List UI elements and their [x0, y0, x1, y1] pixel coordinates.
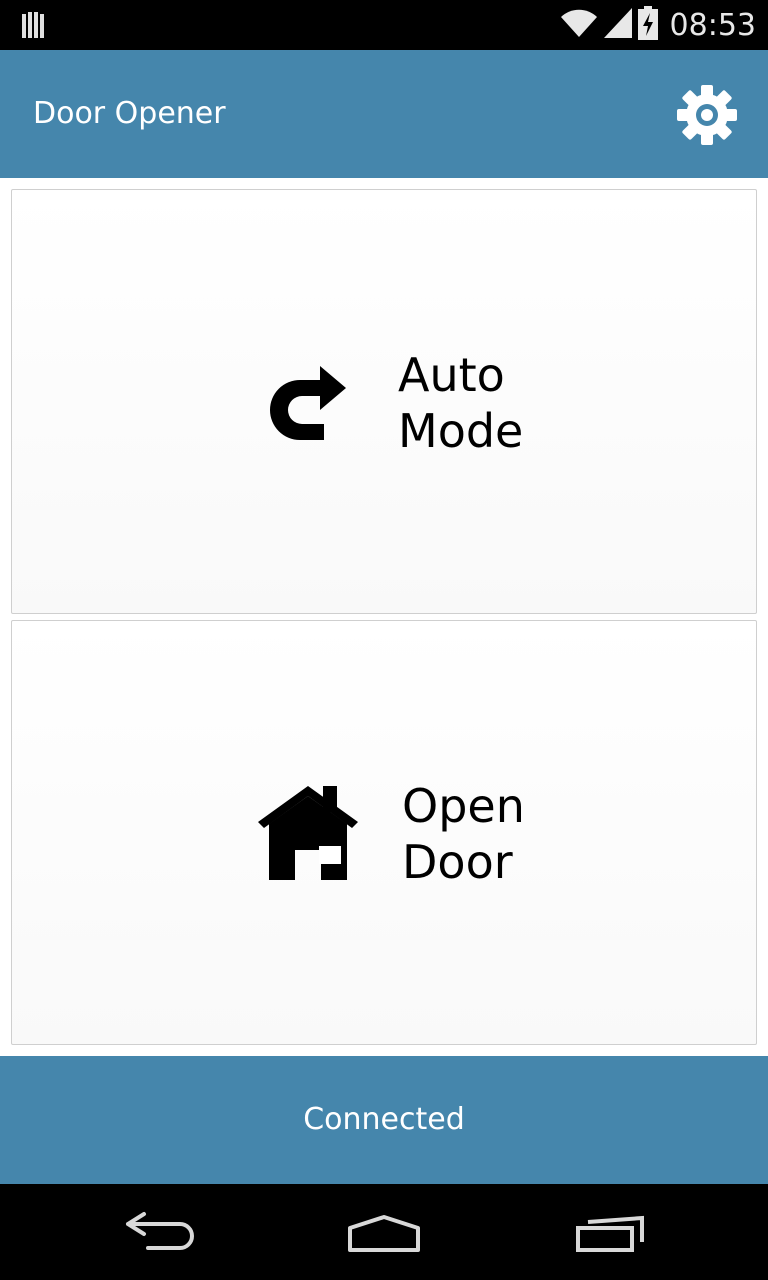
home-icon[interactable]	[346, 1214, 422, 1258]
battery-charging-icon	[637, 6, 658, 44]
signal-icon	[603, 8, 632, 42]
open-door-label-line2: Door	[402, 835, 513, 889]
navigation-bar	[0, 1184, 768, 1280]
app-title: Door Opener	[33, 96, 226, 131]
redo-arrow-icon	[260, 358, 348, 452]
recents-icon[interactable]	[574, 1214, 646, 1258]
connection-status: Connected	[0, 1056, 768, 1184]
status-bar: 08:53	[0, 0, 768, 50]
open-door-label-line1: Open	[402, 779, 525, 833]
auto-mode-label-line1: Auto	[398, 348, 505, 402]
notification-icon	[22, 10, 48, 44]
back-icon[interactable]	[122, 1210, 196, 1258]
auto-mode-button[interactable]: Auto Mode	[11, 189, 757, 614]
wifi-icon	[560, 8, 598, 42]
house-icon	[255, 784, 361, 886]
auto-mode-label-line2: Mode	[398, 404, 524, 458]
clock: 08:53	[669, 7, 756, 43]
open-door-button[interactable]: Open Door	[11, 620, 757, 1045]
gear-icon[interactable]	[676, 84, 738, 146]
action-bar: Door Opener	[0, 50, 768, 178]
